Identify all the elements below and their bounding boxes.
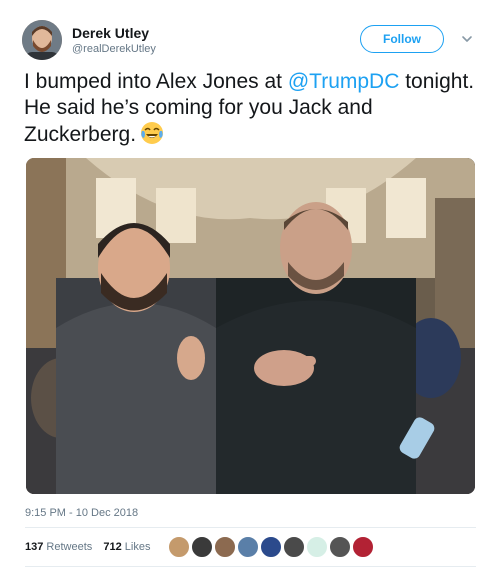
tweet-photo[interactable] (26, 158, 475, 494)
likes-label: Likes (124, 541, 151, 553)
retweets-stat[interactable]: 137 Retweets (25, 541, 92, 553)
liker-avatar[interactable] (260, 536, 282, 558)
liker-avatar[interactable] (237, 536, 259, 558)
tweet-header: Derek Utley @realDerekUtley Follow (22, 20, 482, 64)
mention-link[interactable]: @TrumpDC (288, 70, 400, 93)
tweet-text: I bumped into Alex Jones at @TrumpDC ton… (24, 69, 476, 148)
tweet-stats: 137 Retweets 712 Likes (25, 541, 158, 553)
divider (25, 566, 476, 567)
liker-avatar[interactable] (283, 536, 305, 558)
follow-button[interactable]: Follow (360, 25, 444, 53)
liker-avatar[interactable] (352, 536, 374, 558)
likes-stat[interactable]: 712 Likes (103, 541, 150, 553)
user-handle[interactable]: @realDerekUtley (72, 43, 156, 55)
likes-count: 712 (103, 541, 122, 553)
liker-avatar[interactable] (214, 536, 236, 558)
liker-avatar[interactable] (191, 536, 213, 558)
retweets-count: 137 (25, 541, 44, 553)
face-with-tears-of-joy-icon (140, 121, 164, 145)
liker-avatar[interactable] (329, 536, 351, 558)
liker-avatar[interactable] (306, 536, 328, 558)
divider (25, 527, 476, 528)
tweet-timestamp[interactable]: 9:15 PM - 10 Dec 2018 (25, 507, 138, 519)
liker-avatar[interactable] (168, 536, 190, 558)
avatar[interactable] (22, 20, 62, 60)
tweet-text-part: I bumped into Alex Jones at (24, 70, 288, 93)
retweets-label: Retweets (46, 541, 93, 553)
chevron-down-icon[interactable] (460, 32, 474, 46)
display-name[interactable]: Derek Utley (72, 25, 149, 41)
